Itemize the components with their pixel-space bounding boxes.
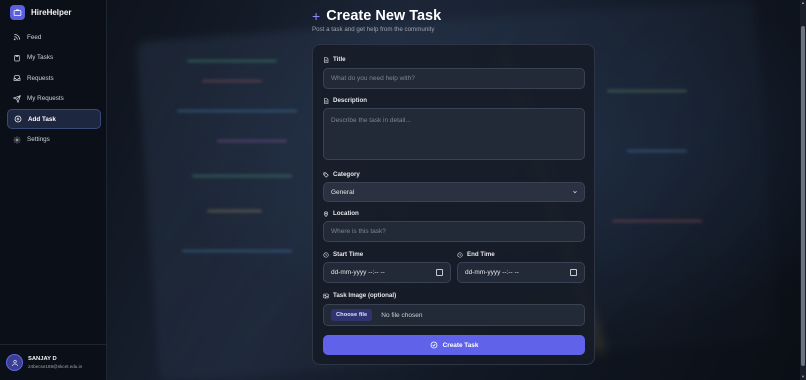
user-profile[interactable]: SANJAY D 24becse169@skcet.edu.in xyxy=(0,344,107,380)
map-pin-icon xyxy=(323,211,329,217)
scroll-up-icon[interactable]: ▲ xyxy=(801,1,805,5)
title-input[interactable]: What do you need help with? xyxy=(323,68,585,89)
choose-file-button[interactable]: Choose file xyxy=(331,309,373,321)
plus-circle-icon xyxy=(14,115,22,123)
sidebar-item-label: My Tasks xyxy=(27,54,54,61)
brand[interactable]: HireHelper xyxy=(10,5,71,20)
sidebar-item-label: Feed xyxy=(27,33,42,41)
user-name: SANJAY D xyxy=(28,356,57,362)
send-icon xyxy=(13,94,21,103)
description-label: Description xyxy=(323,97,367,104)
page-subtitle: Post a task and get help from the commun… xyxy=(312,26,435,33)
page-header: + Create New Task Post a task and get he… xyxy=(312,8,441,33)
inbox-icon xyxy=(13,75,21,81)
check-circle-icon xyxy=(430,341,438,349)
avatar xyxy=(6,354,23,371)
sidebar-item-my-tasks[interactable]: My Tasks xyxy=(7,48,101,68)
location-label: Location xyxy=(323,210,359,217)
scrollbar-thumb[interactable] xyxy=(801,26,805,366)
sidebar-nav: Feed My Tasks Requests My Requests Add T… xyxy=(7,27,101,150)
rss-icon xyxy=(13,33,21,41)
user-email: 24becse169@skcet.edu.in xyxy=(28,364,83,369)
title-label: Title xyxy=(323,56,346,63)
end-time-label: End Time xyxy=(457,251,495,258)
sidebar: HireHelper Feed My Tasks Requests My Req… xyxy=(0,0,107,380)
calendar-icon[interactable] xyxy=(570,269,577,276)
sidebar-item-label: My Requests xyxy=(27,95,64,102)
clock-icon xyxy=(457,251,463,258)
file-input[interactable]: Choose file No file chosen xyxy=(323,304,585,326)
file-status: No file chosen xyxy=(381,311,423,319)
gear-icon xyxy=(13,136,21,143)
category-label: Category xyxy=(323,171,360,178)
sidebar-item-my-requests[interactable]: My Requests xyxy=(7,89,101,109)
sidebar-item-label: Add Task xyxy=(28,115,56,123)
chevron-down-icon xyxy=(573,190,577,194)
page-title: Create New Task xyxy=(326,8,442,24)
clipboard-icon xyxy=(14,54,20,61)
tag-icon xyxy=(323,171,329,178)
create-task-form: Title What do you need help with? Descri… xyxy=(312,44,595,365)
start-time-input[interactable]: dd-mm-yyyy --:-- -- xyxy=(323,262,451,283)
clock-icon xyxy=(323,251,329,258)
sidebar-item-label: Requests xyxy=(27,74,54,82)
scroll-down-icon[interactable]: ▼ xyxy=(801,375,805,379)
plus-icon: + xyxy=(312,8,321,24)
sidebar-item-feed[interactable]: Feed xyxy=(7,27,101,47)
app-name: HireHelper xyxy=(31,8,72,17)
document-icon xyxy=(324,56,329,63)
location-input[interactable]: Where is this task? xyxy=(323,221,585,242)
category-select[interactable]: General xyxy=(323,182,585,202)
image-icon xyxy=(323,293,329,298)
sidebar-item-settings[interactable]: Settings xyxy=(7,130,101,150)
sidebar-item-requests[interactable]: Requests xyxy=(7,68,101,88)
scrollbar[interactable]: ▲ ▼ xyxy=(800,0,806,380)
start-time-label: Start Time xyxy=(323,251,363,258)
document-icon xyxy=(324,97,329,104)
end-time-input[interactable]: dd-mm-yyyy --:-- -- xyxy=(457,262,585,283)
calendar-icon[interactable] xyxy=(436,269,443,276)
description-textarea[interactable]: Describe the task in detail... xyxy=(323,108,585,160)
sidebar-item-add-task[interactable]: Add Task xyxy=(7,109,101,129)
create-task-button[interactable]: Create Task xyxy=(323,335,585,355)
user-icon xyxy=(11,359,18,366)
briefcase-icon xyxy=(10,5,25,20)
task-image-label: Task Image (optional) xyxy=(323,292,396,299)
sidebar-item-label: Settings xyxy=(27,136,50,143)
